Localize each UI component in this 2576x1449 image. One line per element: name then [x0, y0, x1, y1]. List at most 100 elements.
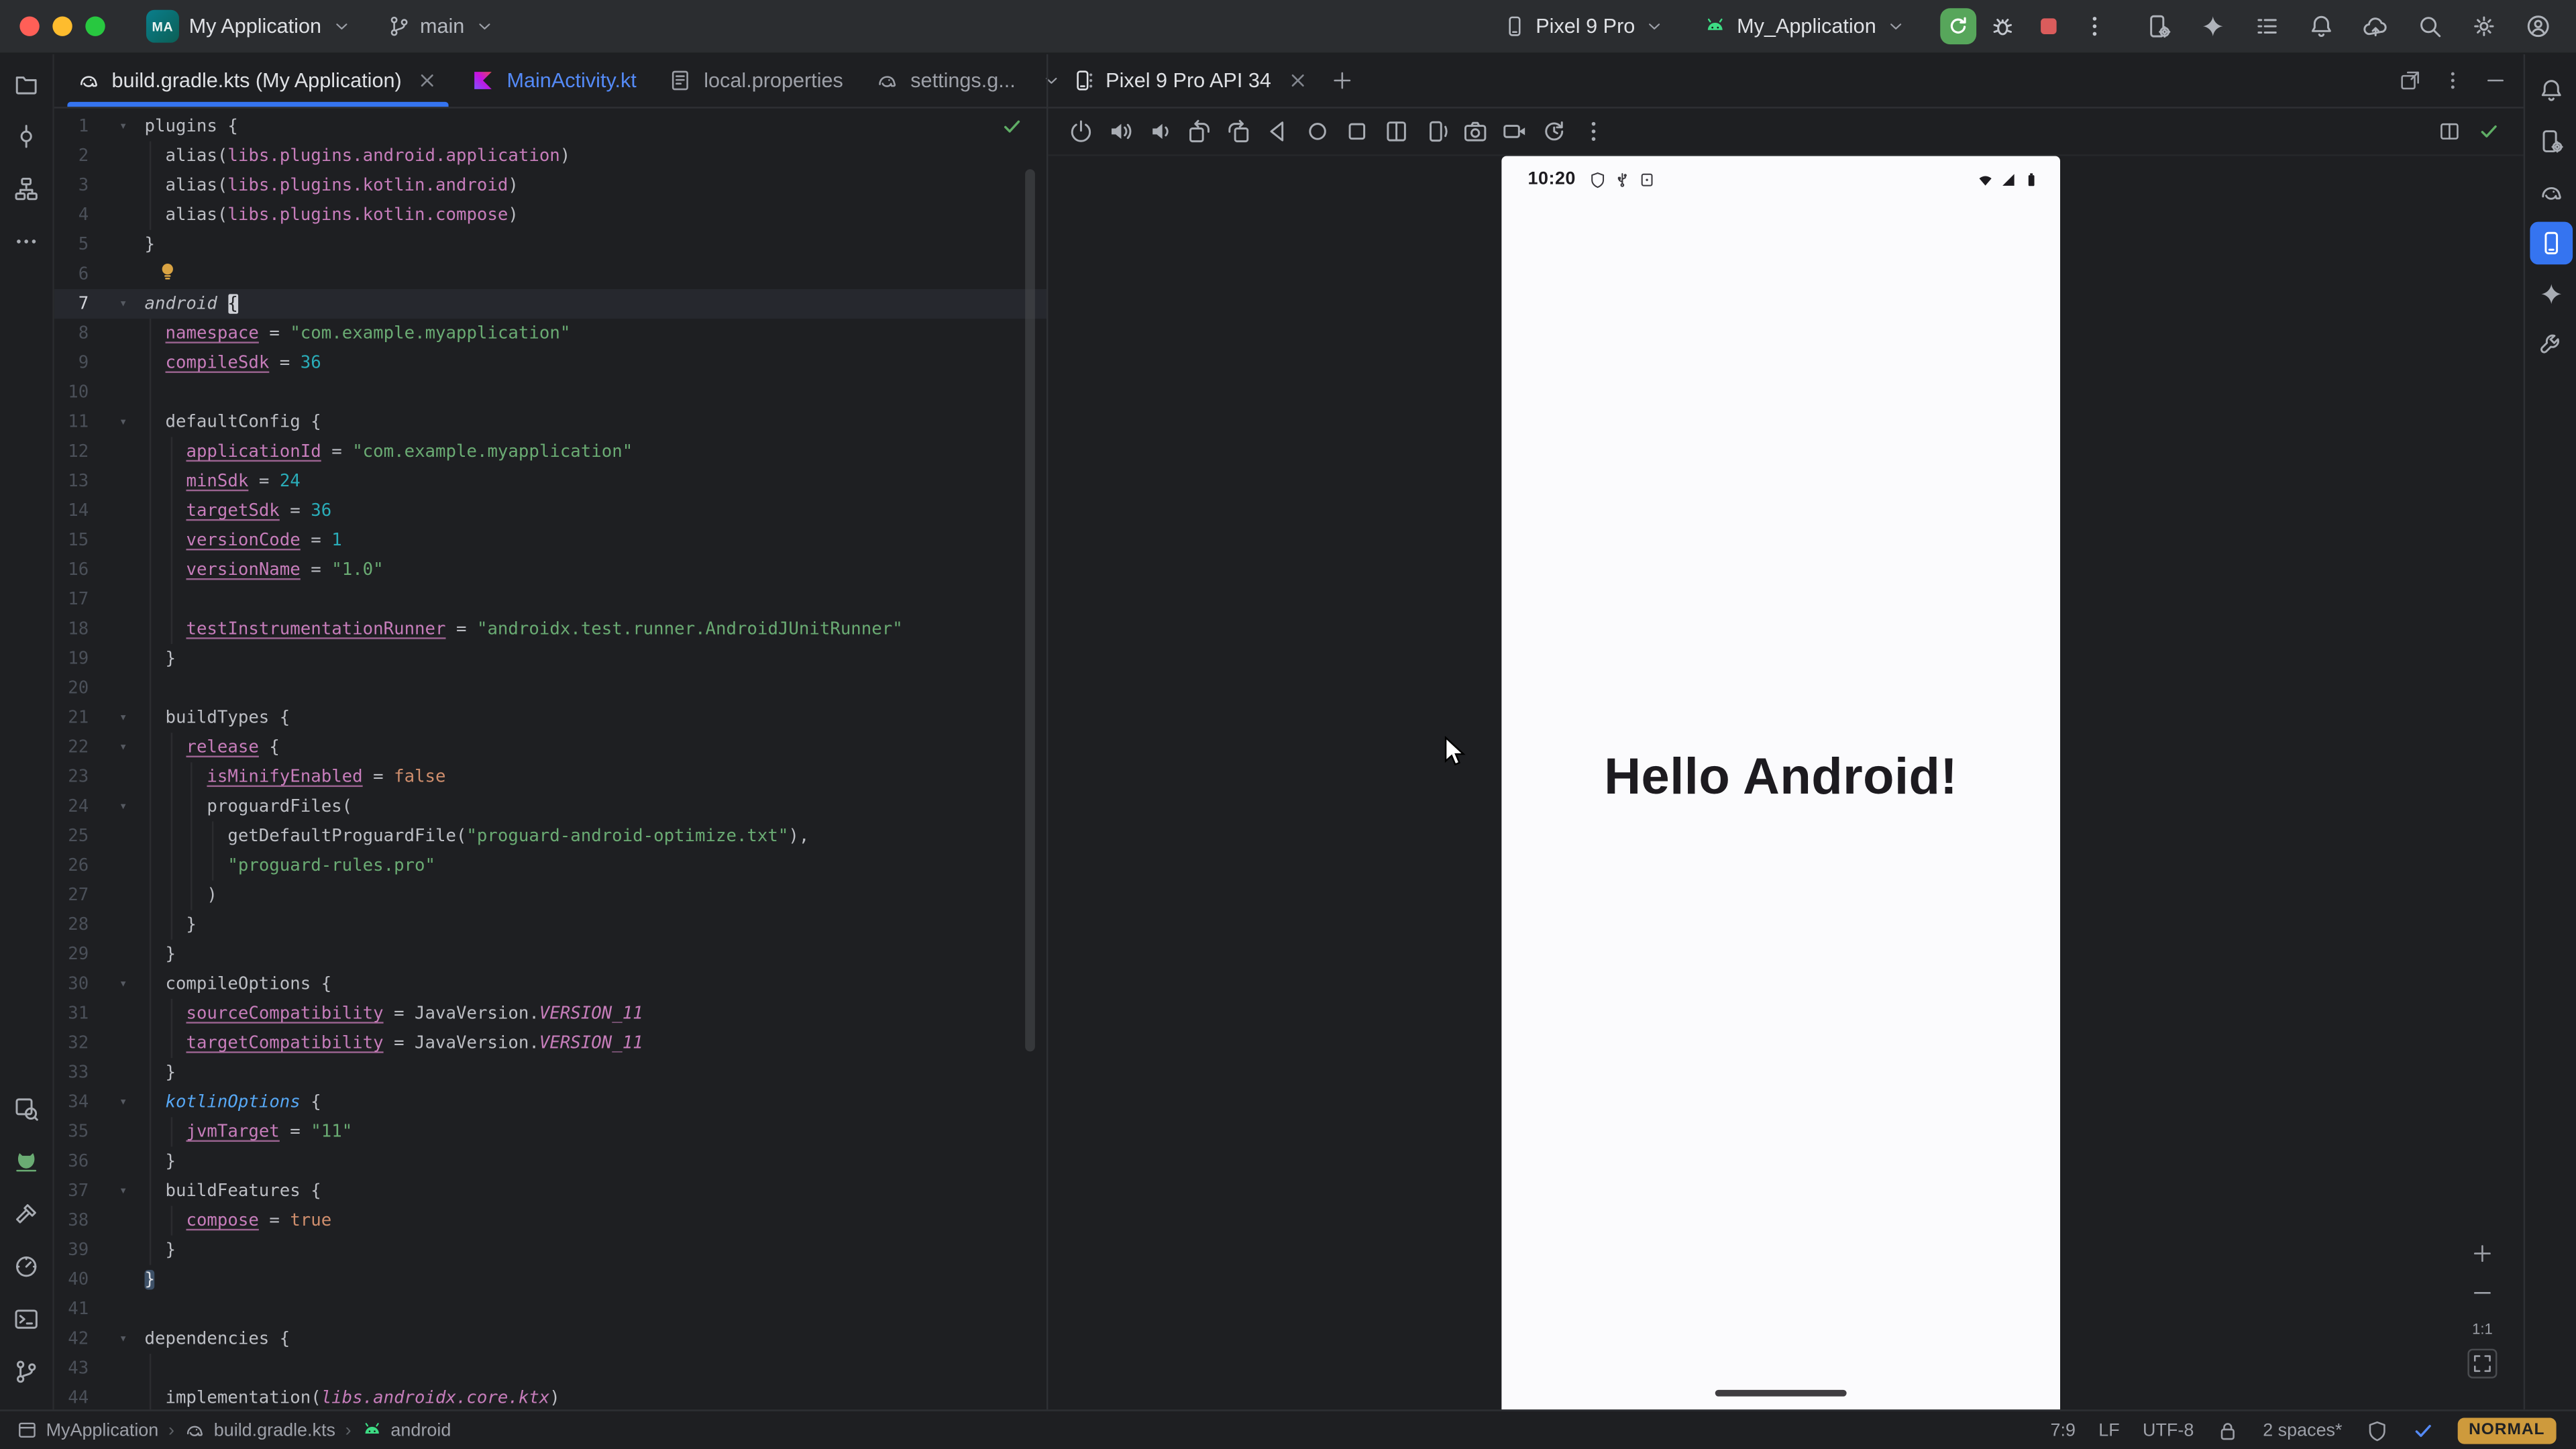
close-window-button[interactable] — [19, 16, 39, 36]
gutter-line-33[interactable]: 33 — [54, 1058, 145, 1087]
gutter-line-24[interactable]: 24▾ — [54, 792, 145, 821]
gutter-line-19[interactable]: 19 — [54, 644, 145, 674]
tool-window-notifications-button[interactable] — [2529, 69, 2572, 112]
run-configuration-selector[interactable]: My_Application — [1693, 10, 1917, 43]
zoom-out-button[interactable] — [2471, 1281, 2493, 1309]
gutter-line-1[interactable]: 1▾ — [54, 112, 145, 142]
tool-window-version-control-button[interactable] — [5, 1350, 48, 1393]
editor-tab-2[interactable]: MainActivity.kt — [456, 54, 653, 107]
gutter-line-42[interactable]: 42▾ — [54, 1324, 145, 1354]
gutter-line-31[interactable]: 31 — [54, 999, 145, 1028]
more-device-actions-button[interactable] — [1580, 118, 1607, 144]
gutter-line-16[interactable]: 16 — [54, 555, 145, 585]
editor-tab-3[interactable]: local.properties — [653, 54, 859, 107]
breadcrumb-item-build.gradle.kts[interactable]: build.gradle.kts — [184, 1419, 335, 1441]
plugin-check-widget[interactable] — [2411, 1419, 2434, 1442]
status-check-button[interactable] — [2477, 120, 2500, 143]
gutter-line-25[interactable]: 25 — [54, 821, 145, 851]
gutter-line-7[interactable]: 7▾ — [54, 289, 145, 319]
rotate-left-button[interactable] — [1186, 118, 1212, 144]
ai-assistant-button[interactable] — [2192, 5, 2235, 48]
minimize-window-button[interactable] — [52, 16, 72, 36]
gutter-line-18[interactable]: 18 — [54, 614, 145, 644]
gutter-line-4[interactable]: 4 — [54, 201, 145, 230]
editor-tab-1[interactable]: build.gradle.kts (My Application) — [61, 54, 456, 107]
inspection-profile-widget[interactable] — [2365, 1419, 2388, 1442]
gutter-line-40[interactable]: 40 — [54, 1265, 145, 1295]
gutter-line-3[interactable]: 3 — [54, 171, 145, 201]
settings-button[interactable] — [2463, 5, 2506, 48]
gutter-line-35[interactable]: 35 — [54, 1117, 145, 1146]
share-button[interactable] — [2354, 5, 2397, 48]
gutter-line-27[interactable]: 27 — [54, 881, 145, 910]
close-icon[interactable] — [417, 69, 439, 92]
device-manager-button[interactable] — [2137, 5, 2180, 48]
gutter-line-9[interactable]: 9 — [54, 348, 145, 378]
power-button[interactable] — [1068, 118, 1094, 144]
zoom-reset-button[interactable]: 1:1 — [2472, 1321, 2493, 1337]
code-content[interactable]: plugins { alias(libs.plugins.android.app… — [145, 112, 1046, 1410]
overview-button[interactable] — [1344, 118, 1370, 144]
device-tab[interactable]: Pixel 9 Pro API 34 — [1071, 69, 1309, 92]
tool-window-structure-button[interactable] — [5, 168, 48, 211]
gutter-line-37[interactable]: 37▾ — [54, 1176, 145, 1205]
inspection-ok-icon[interactable] — [1000, 115, 1023, 138]
rotate-device-button[interactable] — [1423, 118, 1449, 144]
gutter-line-26[interactable]: 26 — [54, 851, 145, 881]
gutter-line-17[interactable]: 17 — [54, 585, 145, 614]
gutter-line-13[interactable]: 13 — [54, 467, 145, 496]
code-editor[interactable]: 1▾234567▾891011▾12131415161718192021▾22▾… — [54, 109, 1046, 1410]
line-separator-widget[interactable]: LF — [2098, 1420, 2119, 1440]
rotate-right-button[interactable] — [1226, 118, 1252, 144]
screen-record-button[interactable] — [1501, 118, 1527, 144]
notifications-button[interactable] — [2300, 5, 2343, 48]
search-everywhere-button[interactable] — [2408, 5, 2451, 48]
zoom-in-button[interactable] — [2471, 1242, 2493, 1270]
fit-screen-button[interactable] — [2467, 1349, 2497, 1379]
device-selector[interactable]: Pixel 9 Pro — [1491, 10, 1676, 43]
tool-window-project-button[interactable] — [5, 62, 48, 105]
account-button[interactable] — [2517, 5, 2560, 48]
tool-window-assistant-button[interactable] — [2529, 323, 2572, 366]
tool-window-terminal-button[interactable] — [5, 1298, 48, 1341]
stop-button[interactable] — [2029, 7, 2068, 46]
fold-button[interactable] — [1383, 118, 1409, 144]
task-list-button[interactable] — [2246, 5, 2289, 48]
tool-window-gradle-button[interactable] — [2529, 171, 2572, 214]
rerun-button[interactable] — [1940, 8, 1976, 44]
gutter-line-10[interactable]: 10 — [54, 378, 145, 407]
vim-mode-widget[interactable]: NORMAL — [2457, 1417, 2557, 1443]
back-button[interactable] — [1265, 118, 1291, 144]
read-lock-widget[interactable] — [2217, 1419, 2240, 1442]
gutter-line-12[interactable]: 12 — [54, 437, 145, 466]
tool-window-device-manager-button[interactable] — [2529, 120, 2572, 163]
indent-widget[interactable]: 2 spaces* — [2263, 1420, 2342, 1440]
gutter-line-38[interactable]: 38 — [54, 1206, 145, 1236]
breadcrumb-item-android[interactable]: android — [361, 1419, 451, 1441]
open-in-window-button[interactable] — [2399, 69, 2422, 92]
intention-bulb-icon[interactable] — [156, 260, 179, 282]
device-screen[interactable]: 10:20 Hello Android! — [1501, 156, 2060, 1410]
gesture-navigation-bar[interactable] — [1715, 1390, 1847, 1397]
gutter-line-44[interactable]: 44 — [54, 1383, 145, 1409]
gutter-line-20[interactable]: 20 — [54, 674, 145, 703]
gutter-line-2[interactable]: 2 — [54, 142, 145, 171]
snapshots-button[interactable] — [1541, 118, 1567, 144]
gutter-line-21[interactable]: 21▾ — [54, 703, 145, 733]
gutter-line-22[interactable]: 22▾ — [54, 733, 145, 762]
gutter-line-29[interactable]: 29 — [54, 940, 145, 969]
breadcrumb-item-MyApplication[interactable]: MyApplication — [16, 1419, 158, 1441]
tool-window-gemini-button[interactable] — [2529, 273, 2572, 316]
debug-button[interactable] — [1983, 7, 2023, 46]
tool-window-commit-button[interactable] — [5, 115, 48, 158]
home-button[interactable] — [1304, 118, 1330, 144]
gutter-line-41[interactable]: 41 — [54, 1295, 145, 1324]
run-more-options-button[interactable] — [2075, 7, 2114, 46]
gutter-line-28[interactable]: 28 — [54, 910, 145, 940]
editor-gutter[interactable]: 1▾234567▾891011▾12131415161718192021▾22▾… — [54, 112, 145, 1410]
tool-window-profiler-button[interactable] — [5, 1245, 48, 1288]
tool-window-build-button[interactable] — [5, 1193, 48, 1236]
vcs-widget[interactable]: main — [376, 10, 506, 43]
gutter-line-43[interactable]: 43 — [54, 1354, 145, 1383]
gutter-line-34[interactable]: 34▾ — [54, 1087, 145, 1117]
